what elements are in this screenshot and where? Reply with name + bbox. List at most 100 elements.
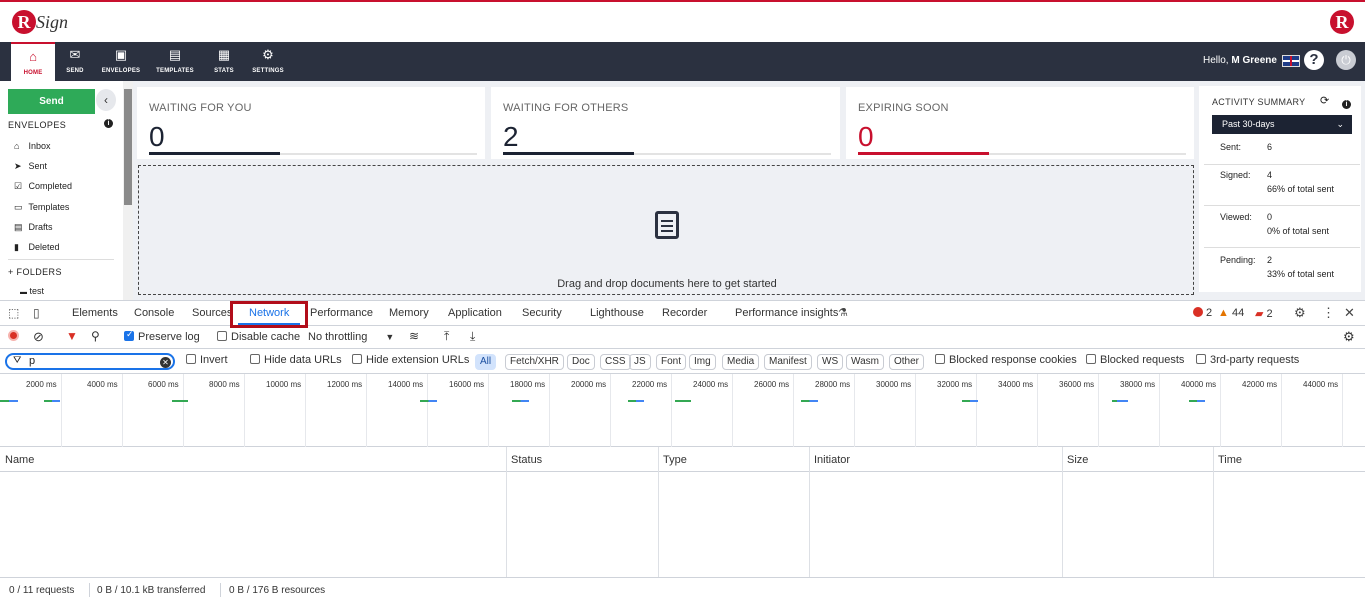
sidebar-item-deleted[interactable]: ▮ Deleted [14,242,60,253]
home-icon: ⌂ [29,49,37,64]
download-icon[interactable]: ⤓ [470,329,475,344]
column-divider[interactable] [658,447,659,577]
network-conditions-icon[interactable]: ≋ [409,329,419,343]
tab-memory[interactable]: Memory [389,307,429,319]
chevron-down-icon: ▼ [385,332,395,342]
timeline-gridline [549,374,550,447]
column-divider[interactable] [809,447,810,577]
waiting-for-others-card[interactable]: WAITING FOR OTHERS 2 [491,87,840,159]
network-settings-icon[interactable]: ⚙ [1343,329,1355,345]
device-toolbar-icon[interactable]: ▯ [33,306,40,320]
nav-stats[interactable]: ▦ STATS [202,42,246,81]
user-greeting[interactable]: Hello, M Greene [1203,55,1277,66]
disable-cache-checkbox[interactable]: Disable cache [217,331,300,343]
inspect-element-icon[interactable]: ⬚ [8,306,19,320]
column-divider[interactable] [1062,447,1063,577]
upload-icon[interactable]: ⤒ [444,329,449,344]
sidebar-item-sent[interactable]: ➤ Sent [14,161,47,172]
filter-chip-js[interactable]: JS [629,354,651,370]
uk-flag-icon[interactable] [1282,55,1300,67]
tab-console[interactable]: Console [134,307,174,319]
info-icon[interactable]: i [1342,100,1351,109]
nav-envelopes[interactable]: ▣ ENVELOPES [99,42,143,81]
filter-chip-css[interactable]: CSS [600,354,631,370]
tab-application[interactable]: Application [448,307,502,319]
column-divider[interactable] [1213,447,1214,577]
period-select[interactable]: Past 30-days ⌄ [1212,115,1352,134]
activity-summary-title: ACTIVITY SUMMARY [1212,97,1306,107]
sidebar-item-drafts[interactable]: ▤ Drafts [14,222,53,233]
filter-chip-wasm[interactable]: Wasm [846,354,884,370]
filter-chip-media[interactable]: Media [722,354,760,370]
activity-label: Sent: [1220,142,1242,152]
hide-extension-urls-checkbox[interactable]: Hide extension URLs [352,354,469,366]
refresh-icon[interactable]: ⟳ [1320,94,1329,107]
issues-count[interactable]: ▰ 2 [1255,307,1273,320]
more-options-icon[interactable]: ⋮ [1322,305,1335,321]
third-party-requests-checkbox[interactable]: 3rd-party requests [1196,354,1299,366]
tab-lighthouse[interactable]: Lighthouse [590,307,644,319]
column-header-name[interactable]: Name [5,454,34,466]
filter-chip-all[interactable]: All [475,354,497,370]
blocked-requests-checkbox[interactable]: Blocked requests [1086,354,1184,366]
tab-elements[interactable]: Elements [72,307,118,319]
hide-data-urls-checkbox[interactable]: Hide data URLs [250,354,342,366]
expiring-soon-card[interactable]: EXPIRING SOON 0 [846,87,1194,159]
folder-icon: ▬ [20,289,27,296]
column-header-time[interactable]: Time [1218,454,1242,466]
preserve-log-checkbox[interactable]: Preserve log [124,329,200,343]
devtools-settings-icon[interactable]: ⚙ [1294,305,1306,321]
filter-chip-ws[interactable]: WS [817,354,844,370]
sidebar-item-completed[interactable]: ☑ Completed [14,181,72,192]
waiting-for-you-card[interactable]: WAITING FOR YOU 0 [137,87,485,159]
filter-chip-doc[interactable]: Doc [567,354,595,370]
collapse-sidebar-button[interactable]: ‹ [96,89,116,111]
nav-send[interactable]: ✉ SEND [53,42,97,81]
tab-performance[interactable]: Performance [310,307,373,319]
sidebar-item-inbox[interactable]: ⌂ Inbox [14,141,51,151]
filter-chip-other[interactable]: Other [889,354,925,370]
sidebar-folder-test[interactable]: ▬ test [20,286,44,296]
filter-chip-manifest[interactable]: Manifest [764,354,812,370]
tab-performance-insights[interactable]: Performance insights [735,307,838,319]
sidebar-scrollbar[interactable] [123,81,133,300]
folders-heading[interactable]: + FOLDERS [8,267,62,277]
tab-sources[interactable]: Sources [192,307,232,319]
info-icon[interactable]: i [104,119,113,128]
logout-button[interactable]: ⏻ [1336,50,1356,70]
column-header-status[interactable]: Status [511,454,542,466]
clear-filter-icon[interactable]: ✕ [160,357,171,368]
scrollbar-thumb[interactable] [124,89,132,205]
throttling-select[interactable]: No throttling ▼ [308,331,394,343]
tab-recorder[interactable]: Recorder [662,307,707,319]
request-count: 0 / 11 requests [9,585,75,596]
warning-count[interactable]: ▲ 44 [1218,307,1244,319]
nav-settings[interactable]: ⚙ SETTINGS [246,42,290,81]
error-count[interactable]: 2 [1193,307,1212,319]
sidebar-item-templates[interactable]: ▭ Templates [14,202,69,213]
record-stop-icon[interactable] [8,330,22,343]
close-icon[interactable]: ✕ [1344,305,1355,321]
column-header-type[interactable]: Type [663,454,687,466]
nav-templates[interactable]: ▤ TEMPLATES [153,42,197,81]
invert-checkbox[interactable]: Invert [186,354,228,366]
send-button[interactable]: Send [8,89,95,114]
column-header-size[interactable]: Size [1067,454,1088,466]
filter-chip-fetch-xhr[interactable]: Fetch/XHR [505,354,564,370]
filter-input[interactable]: p [5,353,175,370]
filter-chip-font[interactable]: Font [656,354,687,370]
nav-home[interactable]: ⌂ HOME [11,42,55,81]
clear-icon[interactable]: ⊘ [33,329,44,345]
column-header-initiator[interactable]: Initiator [814,454,850,466]
filter-chip-img[interactable]: Img [689,354,716,370]
help-button[interactable]: ? [1304,50,1324,70]
column-divider[interactable] [506,447,507,577]
blocked-response-cookies-checkbox[interactable]: Blocked response cookies [935,354,1077,366]
timeline-tick-label: 14000 ms [388,380,424,389]
tab-security[interactable]: Security [522,307,562,319]
document-dropzone[interactable]: Drag and drop documents here to get star… [138,165,1194,295]
network-timeline-overview[interactable]: 2000 ms 4000 ms 6000 ms 8000 ms 10000 ms… [0,374,1365,447]
filter-icon[interactable]: ▼ [66,329,78,343]
rsign-logo[interactable]: R [12,10,36,34]
search-icon[interactable]: ⚲ [91,329,100,343]
